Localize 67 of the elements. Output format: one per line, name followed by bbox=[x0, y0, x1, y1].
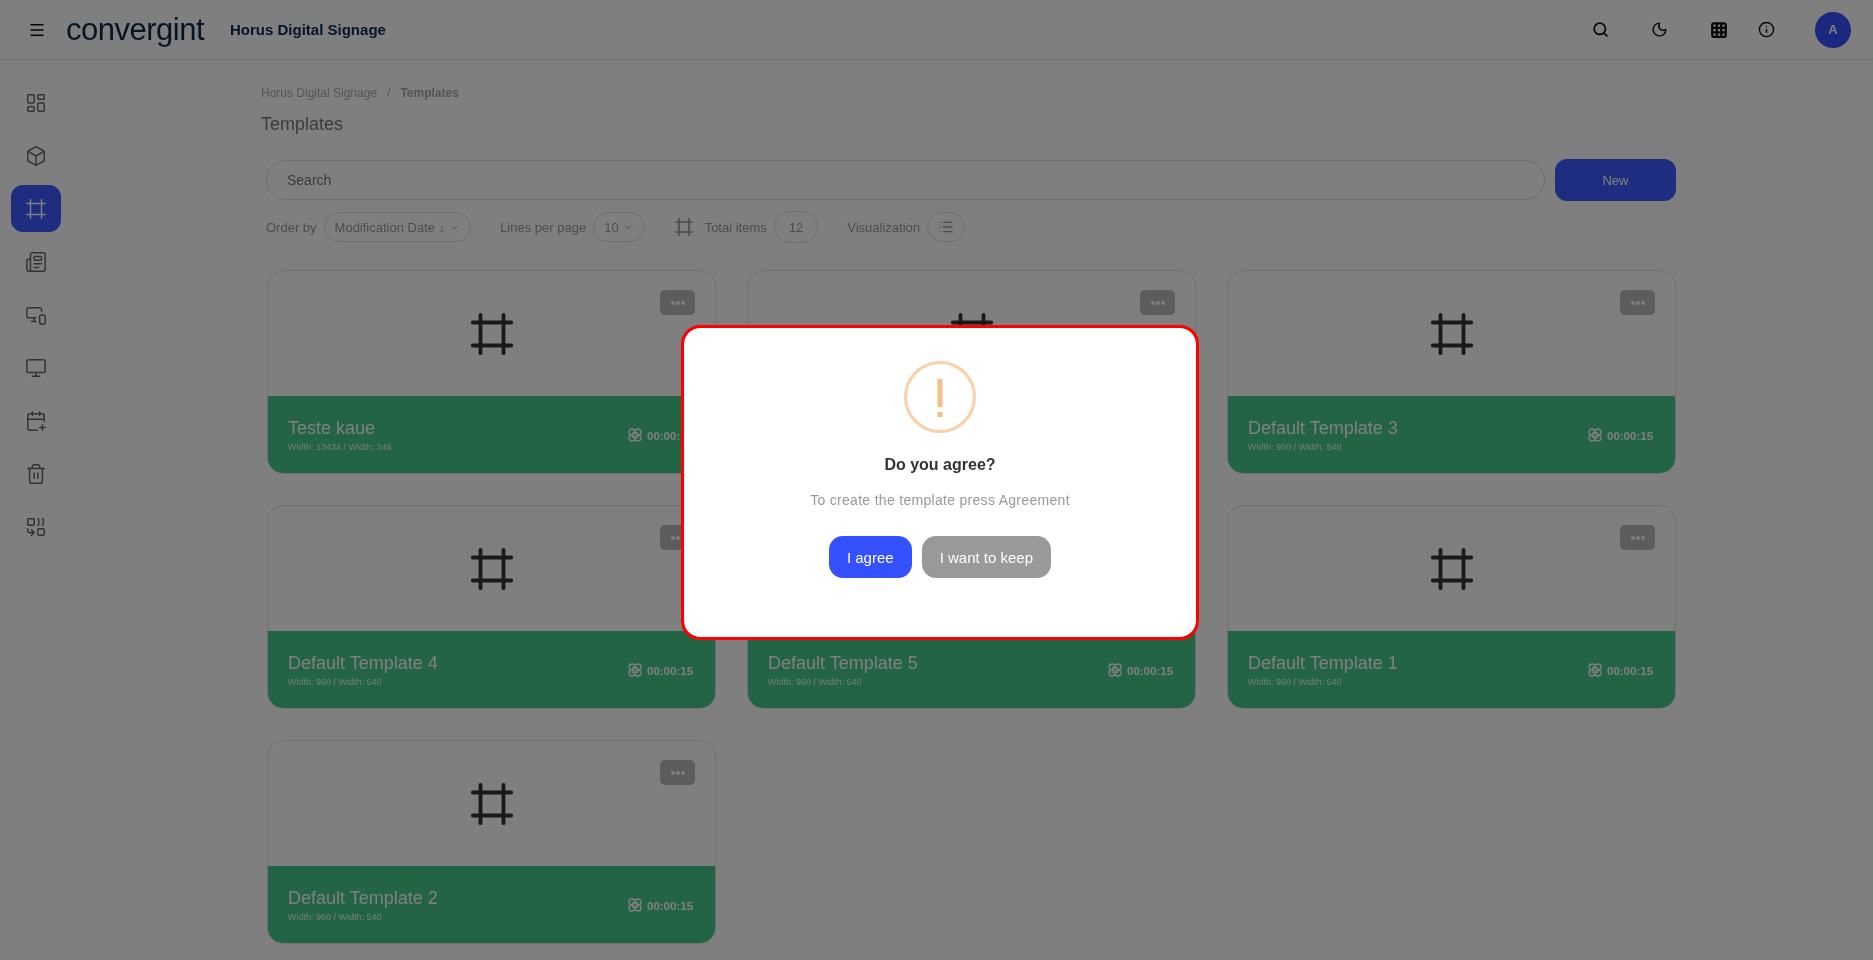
page-title: Templates bbox=[261, 114, 345, 135]
frame-icon bbox=[468, 780, 515, 827]
card-dimensions: Width: 960 / Width: 540 bbox=[1248, 676, 1343, 687]
card-duration: 00:00: bbox=[647, 429, 681, 442]
dialog-message: To create the template press Agreement bbox=[810, 492, 1070, 508]
calendar-plus-icon bbox=[25, 409, 47, 432]
flower-icon bbox=[627, 896, 643, 913]
frame-icon bbox=[1428, 310, 1475, 357]
frame-icon bbox=[468, 310, 515, 357]
frame-icon bbox=[1428, 545, 1475, 592]
card-title: Default Template 4 bbox=[288, 652, 439, 674]
breadcrumb-separator: / bbox=[387, 86, 391, 100]
template-card[interactable]: Default Template 2 Width: 960 / Width: 540 00:00:15 bbox=[267, 740, 716, 944]
frame-icon bbox=[25, 197, 47, 220]
card-dimensions: Width: 960 / Width: 540 bbox=[288, 911, 383, 922]
newspaper-icon bbox=[25, 250, 47, 273]
card-dimensions: Width: 13434 / Width: 345 bbox=[288, 441, 393, 452]
search-field[interactable]: Search bbox=[266, 160, 1545, 200]
sidebar-item[interactable] bbox=[11, 185, 61, 232]
flower-icon bbox=[1587, 426, 1603, 443]
new-button[interactable]: New bbox=[1555, 159, 1676, 201]
info-icon[interactable] bbox=[1758, 21, 1775, 38]
template-card[interactable]: Teste kaue Width: 13434 / Width: 345 00:00: bbox=[267, 270, 716, 474]
trash-icon bbox=[25, 462, 47, 485]
card-title: Teste kaue bbox=[288, 417, 377, 439]
card-duration: 00:00:15 bbox=[1607, 429, 1654, 442]
agree-button[interactable]: I agree bbox=[828, 536, 912, 578]
card-duration: 00:00:15 bbox=[1127, 664, 1174, 677]
cube-icon bbox=[25, 144, 47, 167]
template-card[interactable]: Default Template 1 Width: 960 / Width: 540 00:00:15 bbox=[1227, 505, 1676, 709]
list-icon bbox=[938, 219, 954, 235]
template-card[interactable]: Default Template 4 Width: 960 / Width: 540 00:00:15 bbox=[267, 505, 716, 709]
card-title: Default Template 3 bbox=[1248, 417, 1399, 439]
card-duration: 00:00:15 bbox=[1607, 664, 1654, 677]
ellipsis-icon bbox=[670, 770, 685, 775]
template-card[interactable]: Default Template 3 Width: 960 / Width: 540 00:00:15 bbox=[1227, 270, 1676, 474]
frame-icon bbox=[673, 217, 694, 237]
ellipsis-icon bbox=[1630, 535, 1645, 540]
dashboard-icon bbox=[25, 91, 47, 114]
search-icon[interactable] bbox=[1592, 21, 1609, 38]
dialog-title: Do you agree? bbox=[884, 456, 996, 474]
card-dimensions: Width: 960 / Width: 540 bbox=[1248, 441, 1343, 452]
warning-icon bbox=[903, 360, 977, 434]
frame-icon bbox=[468, 545, 515, 592]
overlap-icon bbox=[25, 515, 47, 538]
logo: convergint bbox=[66, 11, 205, 48]
card-duration: 00:00:15 bbox=[647, 664, 694, 677]
user-avatar[interactable]: A bbox=[1815, 11, 1851, 48]
flower-icon bbox=[1587, 661, 1603, 678]
ellipsis-icon bbox=[1630, 300, 1645, 305]
card-title: Default Template 2 bbox=[288, 887, 439, 909]
card-title: Default Template 1 bbox=[1248, 652, 1399, 674]
monitor-icon bbox=[25, 356, 47, 379]
list-view-button[interactable] bbox=[927, 212, 965, 242]
flower-icon bbox=[1107, 661, 1123, 678]
card-title: Default Template 5 bbox=[768, 652, 919, 674]
card-dimensions: Width: 960 / Width: 540 bbox=[768, 676, 863, 687]
card-duration: 00:00:15 bbox=[647, 899, 694, 912]
flower-icon bbox=[627, 426, 643, 443]
apps-grid-icon[interactable] bbox=[1710, 20, 1728, 39]
ellipsis-icon bbox=[1150, 300, 1165, 305]
flower-icon bbox=[627, 661, 643, 678]
app-title: Horus Digital Signage bbox=[230, 21, 386, 38]
card-dimensions: Width: 960 / Width: 540 bbox=[288, 676, 383, 687]
moon-icon[interactable] bbox=[1651, 21, 1668, 38]
ellipsis-icon bbox=[670, 300, 685, 305]
keep-button[interactable]: I want to keep bbox=[921, 536, 1052, 578]
